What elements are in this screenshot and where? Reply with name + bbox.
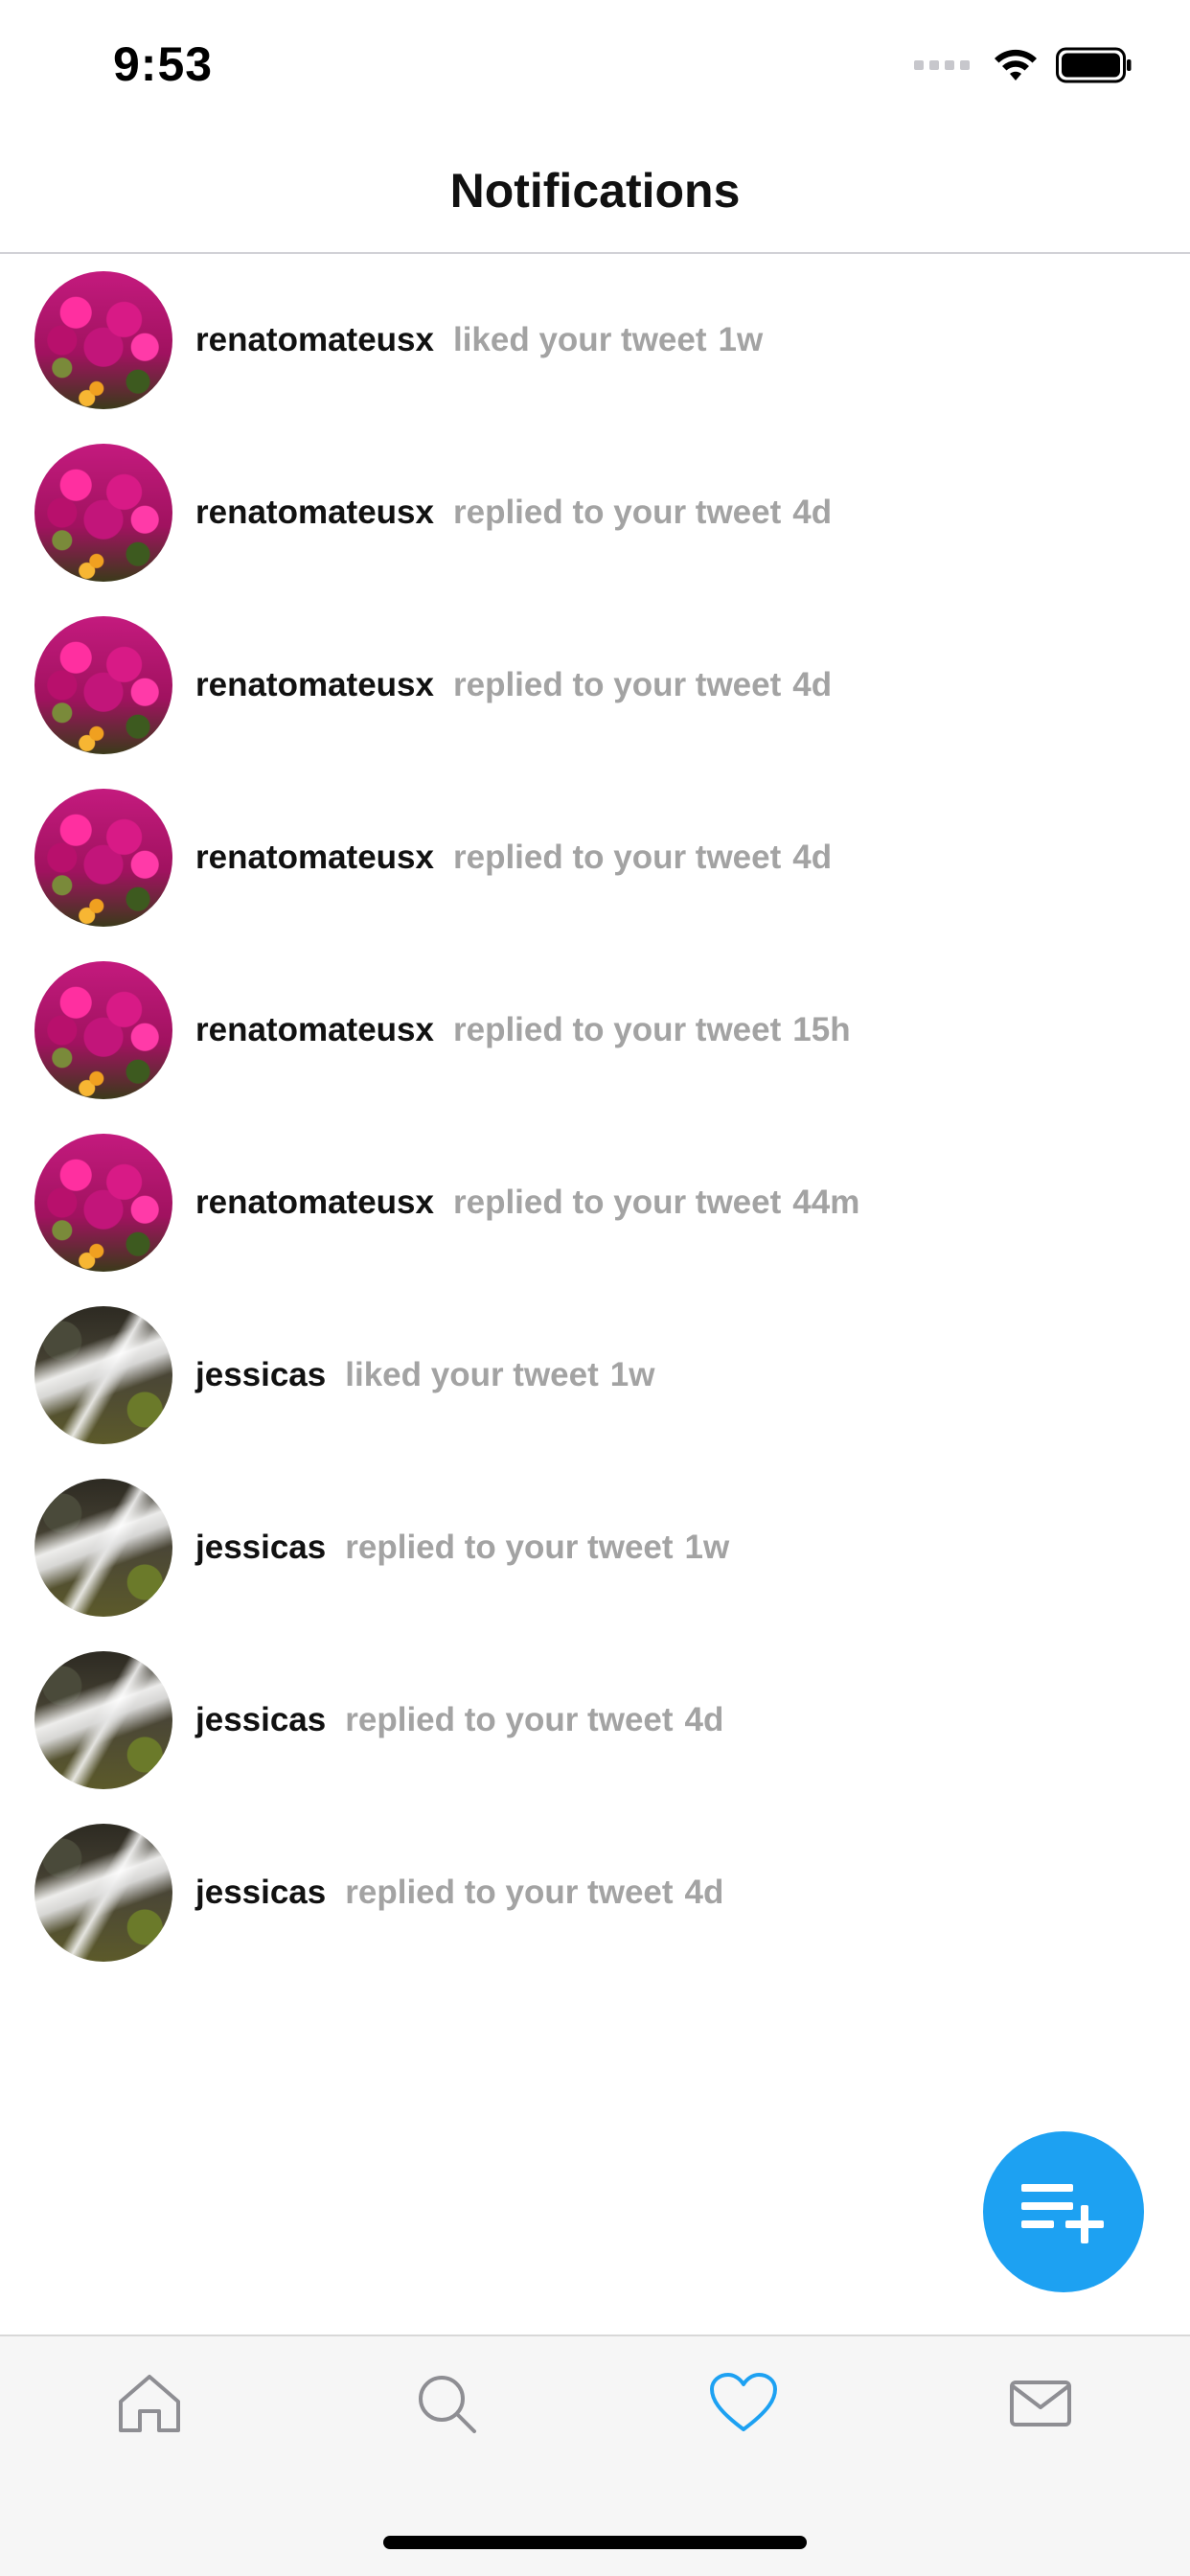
- navigation-header: Notifications: [0, 129, 1190, 254]
- home-icon: [119, 2375, 180, 2432]
- avatar[interactable]: [34, 1824, 172, 1962]
- notification-time: 1w: [684, 1529, 730, 1566]
- page-title: Notifications: [449, 164, 741, 218]
- notification-row[interactable]: renatomateusx replied to your tweet 4d: [0, 771, 1190, 944]
- notification-row[interactable]: renatomateusx replied to your tweet 4d: [0, 426, 1190, 599]
- home-indicator[interactable]: [383, 2536, 807, 2549]
- search-icon: [419, 2376, 476, 2433]
- notification-time: 44m: [792, 1184, 860, 1221]
- username[interactable]: renatomateusx: [195, 666, 434, 704]
- notification-message: replied to your tweet: [452, 1184, 782, 1221]
- notification-row[interactable]: jessicas replied to your tweet 1w: [0, 1461, 1190, 1634]
- tab-home[interactable]: [102, 2356, 197, 2451]
- notification-message: liked your tweet: [345, 1356, 599, 1393]
- notification-row[interactable]: jessicas liked your tweet 1w: [0, 1289, 1190, 1461]
- notification-row[interactable]: jessicas replied to your tweet 4d: [0, 1806, 1190, 1979]
- status-icons: [914, 46, 1133, 84]
- avatar[interactable]: [34, 789, 172, 927]
- mail-icon: [1010, 2380, 1071, 2426]
- username[interactable]: jessicas: [195, 1356, 326, 1394]
- notification-time: 4d: [792, 666, 833, 703]
- tab-search[interactable]: [399, 2356, 494, 2451]
- compose-list-plus-icon: [1021, 2184, 1104, 2243]
- notification-message: replied to your tweet: [452, 494, 782, 531]
- status-bar: 9:53: [0, 0, 1190, 129]
- notifications-list: renatomateusx liked your tweet 1w renato…: [0, 254, 1190, 1979]
- avatar[interactable]: [34, 271, 172, 409]
- avatar[interactable]: [34, 1479, 172, 1617]
- notification-message: liked your tweet: [452, 321, 707, 358]
- notification-message: replied to your tweet: [345, 1529, 674, 1566]
- username[interactable]: renatomateusx: [195, 494, 434, 532]
- username[interactable]: renatomateusx: [195, 839, 434, 877]
- notification-time: 15h: [792, 1011, 851, 1048]
- notification-row[interactable]: jessicas replied to your tweet 4d: [0, 1634, 1190, 1806]
- notification-time: 4d: [684, 1701, 724, 1738]
- notification-time: 1w: [609, 1356, 655, 1393]
- notification-message: replied to your tweet: [345, 1874, 674, 1911]
- avatar[interactable]: [34, 444, 172, 582]
- notification-message: replied to your tweet: [452, 1011, 782, 1048]
- wifi-icon: [995, 49, 1037, 80]
- username[interactable]: renatomateusx: [195, 1011, 434, 1049]
- username[interactable]: renatomateusx: [195, 1184, 434, 1222]
- username[interactable]: renatomateusx: [195, 321, 434, 359]
- notification-message: replied to your tweet: [345, 1701, 674, 1738]
- new-tweet-button[interactable]: [983, 2131, 1144, 2292]
- cellular-signal-icon: [914, 60, 970, 70]
- heart-icon: [710, 2373, 777, 2431]
- notification-row[interactable]: renatomateusx replied to your tweet 15h: [0, 944, 1190, 1116]
- username[interactable]: jessicas: [195, 1529, 326, 1567]
- avatar[interactable]: [34, 1306, 172, 1444]
- notification-time: 4d: [792, 494, 833, 531]
- notification-time: 1w: [718, 321, 764, 358]
- notification-time: 4d: [792, 839, 833, 876]
- avatar[interactable]: [34, 1134, 172, 1272]
- notification-message: replied to your tweet: [452, 666, 782, 703]
- username[interactable]: jessicas: [195, 1701, 326, 1739]
- avatar[interactable]: [34, 616, 172, 754]
- status-time: 9:53: [113, 37, 214, 91]
- notification-time: 4d: [684, 1874, 724, 1911]
- tab-notifications[interactable]: [696, 2356, 791, 2451]
- username[interactable]: jessicas: [195, 1874, 326, 1912]
- avatar[interactable]: [34, 961, 172, 1099]
- notifications-screen: 9:53 Notifications renatomateusx liked y…: [0, 0, 1190, 2576]
- battery-icon: [1056, 47, 1132, 83]
- notification-row[interactable]: renatomateusx replied to your tweet 44m: [0, 1116, 1190, 1289]
- avatar[interactable]: [34, 1651, 172, 1789]
- notification-row[interactable]: renatomateusx replied to your tweet 4d: [0, 599, 1190, 771]
- tab-messages[interactable]: [993, 2356, 1088, 2451]
- notification-row[interactable]: renatomateusx liked your tweet 1w: [0, 254, 1190, 426]
- notification-message: replied to your tweet: [452, 839, 782, 876]
